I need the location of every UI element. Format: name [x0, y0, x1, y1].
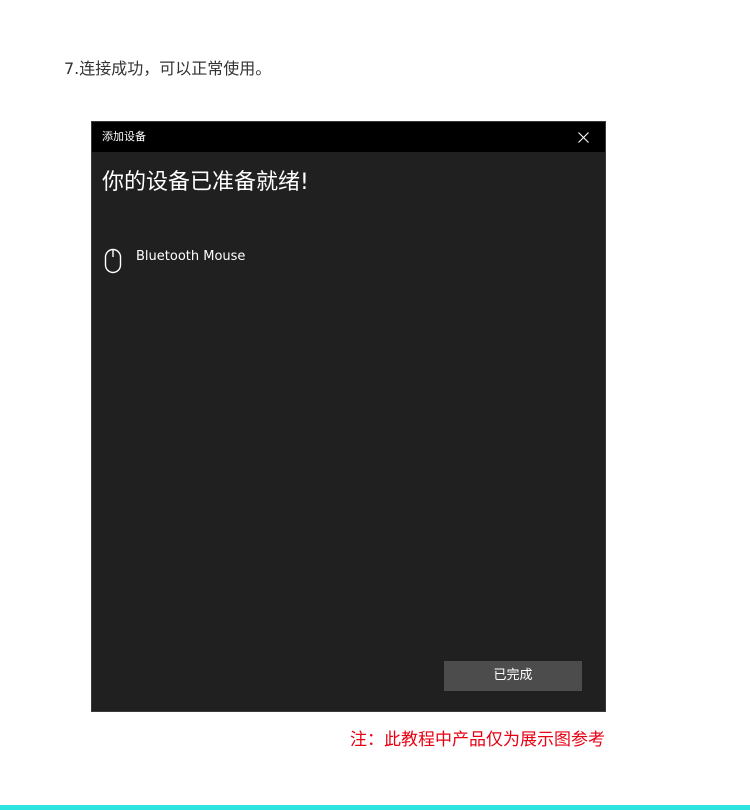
dialog-title: 添加设备	[102, 130, 146, 143]
device-list-item: Bluetooth Mouse	[102, 246, 402, 276]
step-instruction: 7.连接成功，可以正常使用。	[64, 59, 272, 78]
dialog-heading: 你的设备已准备就绪!	[102, 170, 309, 195]
disclaimer-note: 注：此教程中产品仅为展示图参考	[350, 730, 605, 750]
device-name: Bluetooth Mouse	[136, 249, 246, 264]
done-button[interactable]: 已完成	[444, 661, 582, 691]
mouse-icon	[104, 248, 122, 274]
close-button[interactable]	[561, 122, 605, 152]
page: 7.连接成功，可以正常使用。 添加设备 你的设备已准备就绪! Bluetooth…	[0, 0, 750, 810]
close-icon	[578, 132, 589, 143]
bottom-accent-bar	[0, 805, 750, 810]
add-device-dialog: 添加设备 你的设备已准备就绪! Bluetooth Mouse 已完成	[92, 122, 605, 711]
dialog-titlebar: 添加设备	[92, 122, 605, 152]
